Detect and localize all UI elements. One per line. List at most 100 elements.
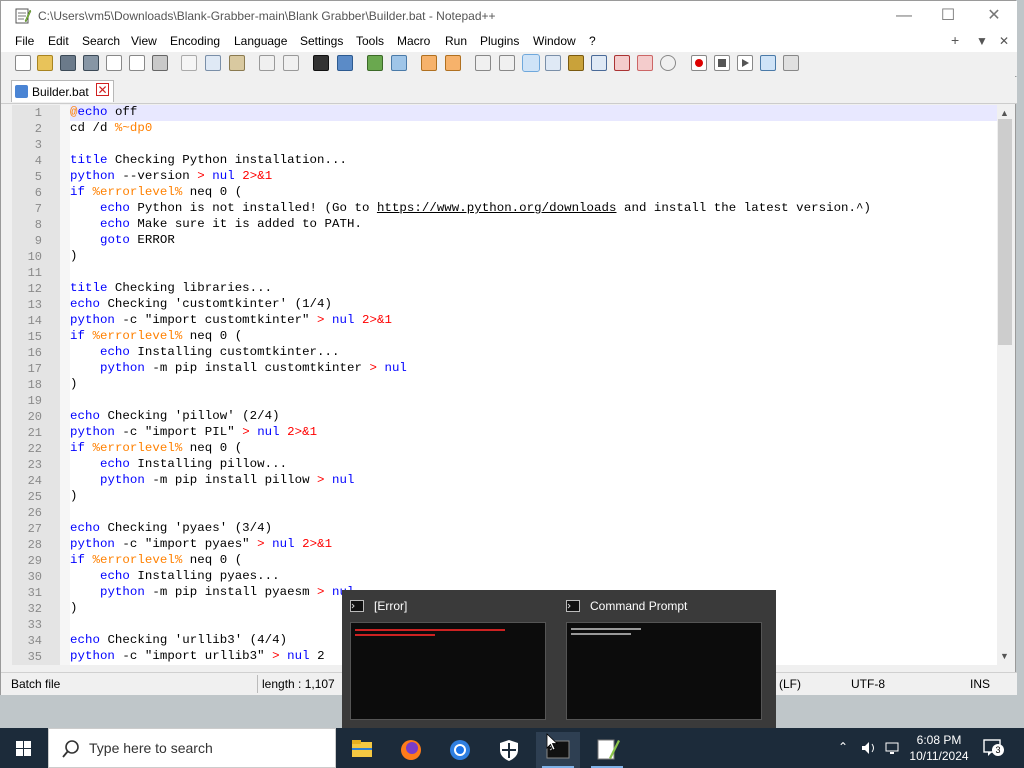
tab-builder-bat[interactable]: Builder.bat ✕ — [11, 80, 114, 102]
title-bar[interactable]: C:\Users\vm5\Downloads\Blank-Grabber-mai… — [1, 1, 1017, 31]
scrollbar-thumb[interactable] — [998, 119, 1012, 345]
line-number: 18 — [27, 378, 42, 392]
taskbar-chrome[interactable] — [438, 732, 482, 768]
line-number: 21 — [27, 426, 42, 440]
menu-edit[interactable]: Edit — [48, 34, 69, 48]
code-line: ) — [70, 249, 78, 263]
indent-guide-icon[interactable] — [522, 54, 540, 72]
code-keyword: echo — [77, 105, 108, 119]
save-all-icon[interactable] — [83, 55, 99, 71]
record-macro-icon[interactable] — [691, 55, 707, 71]
code-line: echo Checking 'pyaes' (3/4) — [70, 521, 272, 535]
save-macro-icon[interactable] — [783, 55, 799, 71]
show-all-characters-icon[interactable] — [499, 55, 515, 71]
zoom-in-icon[interactable] — [367, 55, 383, 71]
menu-view[interactable]: View — [131, 34, 157, 48]
copy-icon[interactable] — [205, 55, 221, 71]
taskbar-security[interactable] — [487, 732, 531, 768]
taskbar-command-prompt[interactable] — [536, 732, 580, 768]
tab-strip: Builder.bat ✕ — [1, 77, 1017, 104]
menu-tools[interactable]: Tools — [356, 34, 384, 48]
maximize-button[interactable]: ☐ — [925, 1, 971, 31]
document-list-icon[interactable] — [591, 55, 607, 71]
code-text: -c "import pyaes" — [114, 537, 258, 551]
close-button[interactable]: ✕ — [971, 1, 1017, 31]
menu-encoding[interactable]: Encoding — [170, 34, 220, 48]
monitoring-icon[interactable] — [660, 55, 676, 71]
taskbar-notepadpp[interactable] — [585, 732, 629, 768]
show-hidden-icons-chevron-icon[interactable]: ⌃ — [838, 740, 848, 754]
undo-icon[interactable] — [259, 55, 275, 71]
menu-help[interactable]: ? — [589, 34, 596, 48]
sync-horizontal-icon[interactable] — [445, 55, 461, 71]
code-line: python -c "import pyaes" > nul 2>&1 — [70, 537, 332, 551]
menu-window[interactable]: Window — [533, 34, 576, 48]
network-icon[interactable] — [884, 740, 900, 756]
volume-icon[interactable] — [860, 740, 878, 756]
taskbar-search-box[interactable]: Type here to search — [48, 728, 336, 768]
taskbar-file-explorer[interactable] — [340, 732, 384, 768]
menu-macro[interactable]: Macro — [397, 34, 430, 48]
taskbar-firefox[interactable] — [389, 732, 433, 768]
tab-list-dropdown[interactable]: ▼ — [976, 34, 988, 48]
sync-vertical-icon[interactable] — [421, 55, 437, 71]
editor-area[interactable]: 1 2 3 4 5 6 7 8 9 10 11 12 13 14 15 16 17 18 19 20 21 22 23 24 2… — [12, 105, 1014, 665]
menu-search[interactable]: Search — [82, 34, 120, 48]
menu-run[interactable]: Run — [445, 34, 467, 48]
document-map-icon[interactable] — [568, 55, 584, 71]
preview-thumbnail-command-prompt[interactable] — [566, 622, 762, 720]
preview-thumbnail-error[interactable] — [350, 622, 546, 720]
menu-plugins[interactable]: Plugins — [480, 34, 519, 48]
save-icon[interactable] — [60, 55, 76, 71]
code-operator: 2>&1 — [302, 537, 333, 551]
playback-macro-icon[interactable] — [737, 55, 753, 71]
line-number: 12 — [27, 282, 42, 296]
code-operator: 2>&1 — [362, 313, 392, 327]
code-text: off — [107, 105, 138, 119]
menu-language[interactable]: Language — [234, 34, 287, 48]
line-number: 23 — [27, 458, 42, 472]
menu-settings[interactable]: Settings — [300, 34, 343, 48]
minimize-button[interactable]: — — [881, 1, 927, 31]
zoom-out-icon[interactable] — [391, 55, 407, 71]
scroll-down-icon[interactable]: ▼ — [1000, 651, 1009, 661]
print-icon[interactable] — [152, 55, 168, 71]
folder-as-workspace-icon[interactable] — [637, 55, 653, 71]
code-text: Checking 'customtkinter' (1/4) — [99, 297, 333, 311]
code-url-link[interactable]: https://www.python.org/downloads — [377, 201, 617, 215]
code-line: echo Python is not installed! (Go to htt… — [70, 201, 871, 215]
function-list-icon[interactable] — [614, 55, 630, 71]
scroll-up-icon[interactable]: ▲ — [1000, 108, 1009, 118]
code-text: ) — [70, 377, 78, 391]
start-button[interactable] — [0, 728, 48, 768]
taskbar: Type here to search ⌃ 6:08 PM 10/11/2024… — [0, 728, 1024, 768]
paste-icon[interactable] — [229, 55, 245, 71]
redo-icon[interactable] — [283, 55, 299, 71]
code-keyword: if — [70, 329, 85, 343]
close-document-button[interactable]: ✕ — [999, 34, 1009, 48]
code-text: ) — [70, 601, 78, 615]
line-number: 33 — [27, 618, 42, 632]
notification-center-icon[interactable]: 3 — [982, 738, 1004, 758]
find-icon[interactable] — [313, 55, 329, 71]
cut-icon[interactable] — [181, 55, 197, 71]
close-file-icon[interactable] — [106, 55, 122, 71]
new-tab-button[interactable]: + — [951, 32, 959, 48]
word-wrap-icon[interactable] — [475, 55, 491, 71]
user-language-icon[interactable] — [545, 55, 561, 71]
line-number: 6 — [34, 186, 42, 200]
new-file-icon[interactable] — [15, 55, 31, 71]
code-line: ) — [70, 489, 78, 503]
close-all-icon[interactable] — [129, 55, 145, 71]
windows-logo-icon — [16, 741, 31, 756]
stop-recording-icon[interactable] — [714, 55, 730, 71]
run-macro-multiple-icon[interactable] — [760, 55, 776, 71]
replace-icon[interactable] — [337, 55, 353, 71]
console-text-line — [571, 633, 631, 635]
tab-close-icon[interactable]: ✕ — [96, 83, 109, 97]
menu-file[interactable]: File — [15, 34, 34, 48]
taskbar-clock[interactable]: 6:08 PM 10/11/2024 — [900, 732, 978, 764]
open-file-icon[interactable] — [37, 55, 53, 71]
